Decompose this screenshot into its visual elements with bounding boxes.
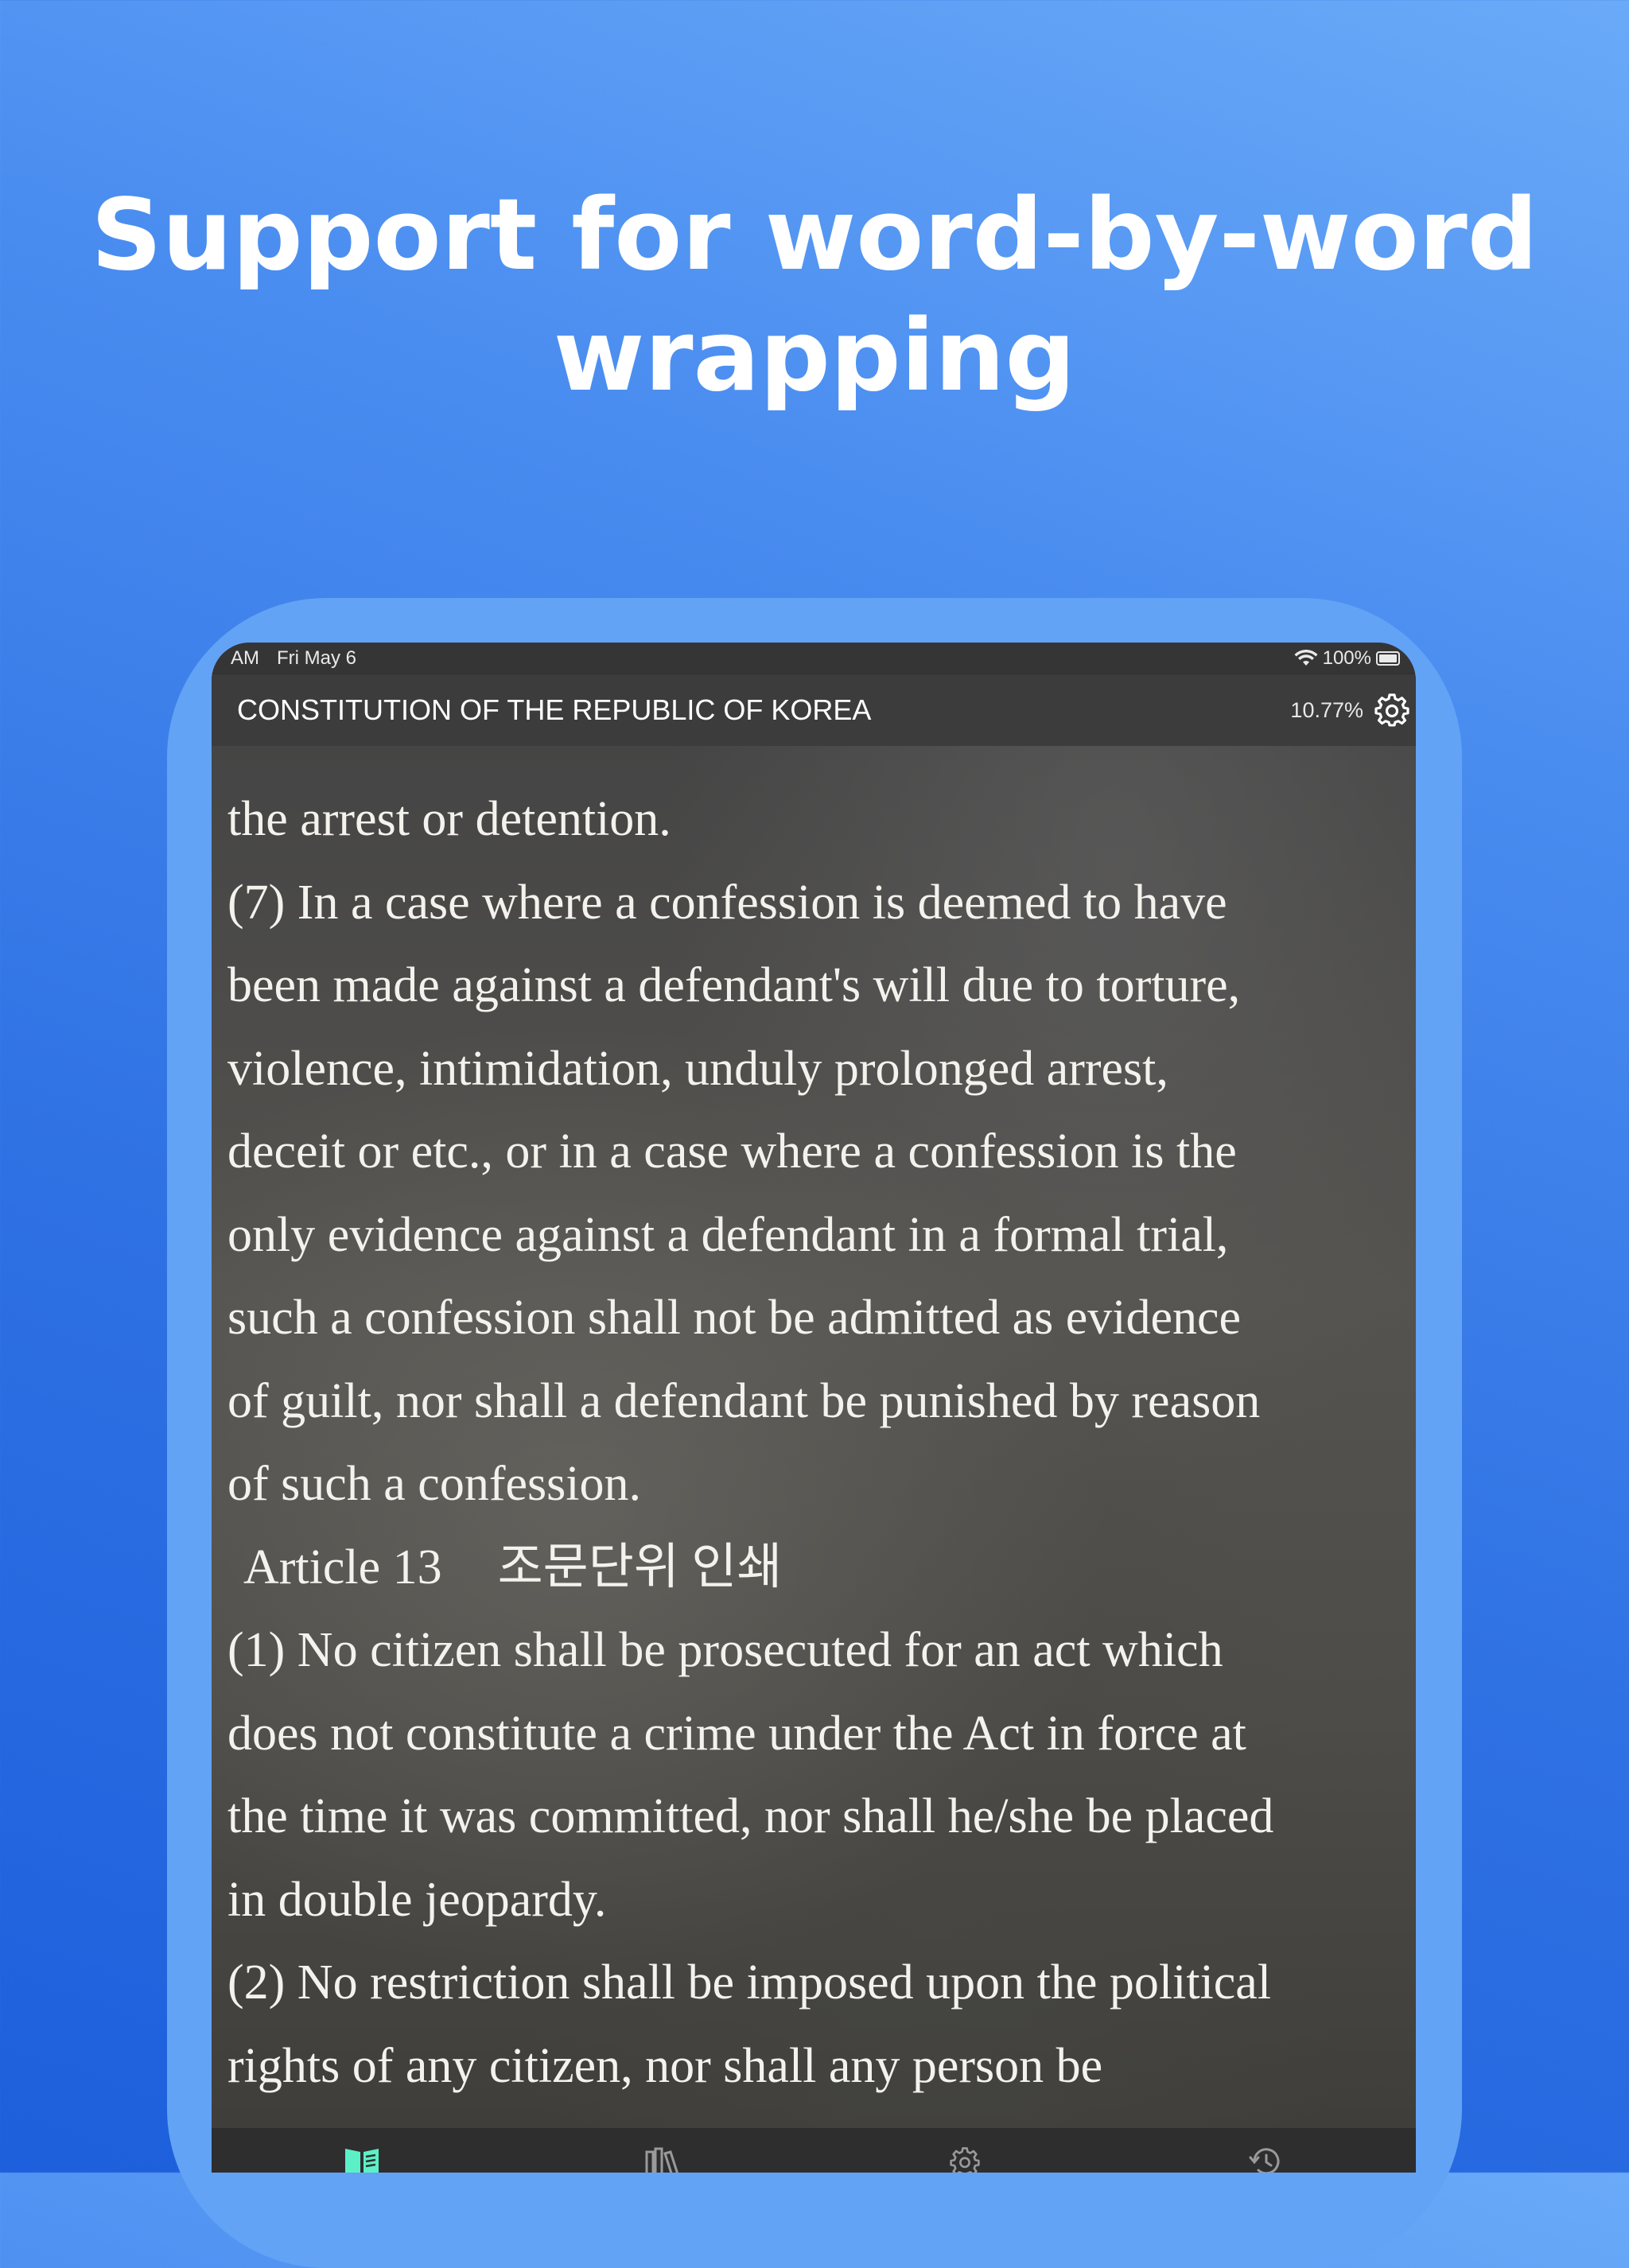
text-line: does not constitute a crime under the Ac… xyxy=(227,1706,1246,1761)
document-title: CONSTITUTION OF THE REPUBLIC OF KOREA xyxy=(237,693,872,726)
text-line: such a confession shall not be admitted … xyxy=(227,1291,1242,1345)
headline-line-2: wrapping xyxy=(553,299,1076,414)
text-line: of such a confession. xyxy=(227,1457,641,1511)
article-heading: Article 13 조문단위 인쇄 xyxy=(227,1526,1405,1610)
battery-percent: 100% xyxy=(1322,647,1371,669)
headline-line-1: Support for word-by-word xyxy=(91,178,1538,293)
reading-progress: 10.77% xyxy=(1290,698,1363,722)
text-line: the time it was committed, nor shall he/… xyxy=(227,1789,1274,1843)
tab-library[interactable] xyxy=(644,2146,681,2173)
reader-title-bar: CONSTITUTION OF THE REPUBLIC OF KOREA 10… xyxy=(212,674,1416,746)
tab-bar xyxy=(212,2128,1416,2173)
document-text: the arrest or detention. (7) In a case w… xyxy=(227,778,1405,2107)
text-line: deceit or etc., or in a case where a con… xyxy=(227,1124,1237,1179)
reading-area[interactable]: the arrest or detention. (7) In a case w… xyxy=(212,746,1416,2173)
text-line: been made against a defendant's will due… xyxy=(227,958,1241,1012)
status-bar: AM Fri May 6 100% xyxy=(212,643,1416,674)
tab-history[interactable] xyxy=(1247,2146,1284,2173)
text-line: violence, intimidation, unduly prolonged… xyxy=(227,1041,1168,1096)
promo-headline: Support for word-by-word wrapping xyxy=(0,175,1629,417)
status-time: AM Fri May 6 xyxy=(231,647,374,670)
book-open-icon xyxy=(345,2149,379,2173)
gear-icon xyxy=(1374,693,1409,727)
wifi-icon xyxy=(1294,650,1318,666)
status-right: 100% xyxy=(1294,647,1400,670)
gear-icon xyxy=(950,2147,980,2173)
text-line: (7) In a case where a confession is deem… xyxy=(227,875,1227,930)
text-line: rights of any citizen, nor shall any per… xyxy=(227,2038,1103,2093)
text-line: only evidence against a defendant in a f… xyxy=(227,1207,1229,1262)
text-line: (2) No restriction shall be imposed upon… xyxy=(227,1955,1272,2010)
print-article-link[interactable]: 조문단위 인쇄 xyxy=(498,1540,783,1594)
status-date: Fri May 6 xyxy=(277,647,357,669)
status-clock: AM xyxy=(231,647,259,669)
settings-button[interactable] xyxy=(1374,693,1409,728)
history-icon xyxy=(1249,2148,1280,2173)
text-line: in double jeopardy. xyxy=(227,1872,607,1927)
text-line: of guilt, nor shall a defendant be punis… xyxy=(227,1373,1261,1428)
library-icon xyxy=(645,2147,678,2173)
tab-settings[interactable] xyxy=(947,2146,983,2173)
tab-reader[interactable] xyxy=(344,2146,380,2173)
tablet-screen: AM Fri May 6 100% CONSTITUTION OF THE REP… xyxy=(212,643,1416,2173)
article-number: Article 13 xyxy=(243,1540,442,1594)
battery-icon xyxy=(1376,651,1400,666)
text-line: the arrest or detention. xyxy=(227,792,671,846)
text-line: (1) No citizen shall be prosecuted for a… xyxy=(227,1623,1223,1677)
